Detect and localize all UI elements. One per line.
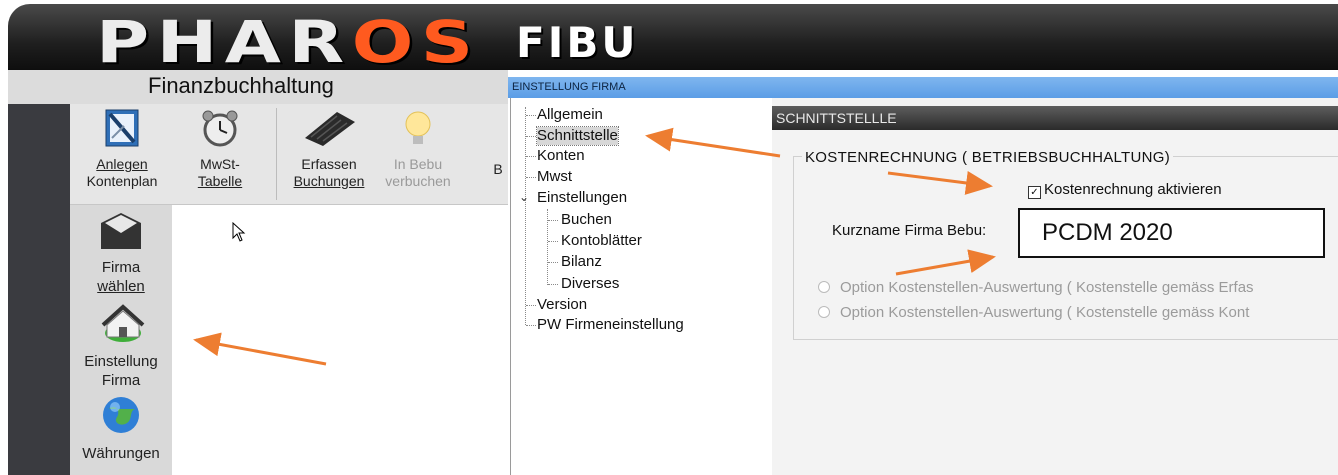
settings-tree: Allgemein Schnittstelle Konten Mwst ⌄ Ei… — [510, 98, 773, 475]
tb-line1: MwSt- — [200, 156, 240, 172]
pharos-logo: PHAROS — [96, 12, 481, 72]
toolbar-cut-item[interactable]: B — [490, 161, 506, 178]
house-settings-icon — [70, 303, 172, 350]
tree-line — [526, 156, 536, 157]
tree-item-schnittstelle[interactable]: Schnittstelle — [536, 126, 619, 146]
tree-line — [548, 284, 558, 285]
logo-text-accent: OS — [351, 8, 481, 76]
tree-item-allgemein[interactable]: Allgemein — [537, 106, 603, 124]
tree-item-einstellungen[interactable]: Einstellungen — [537, 189, 627, 207]
mouse-cursor-icon — [232, 221, 246, 247]
sidebar-line1: Firma — [101, 259, 141, 276]
main-content-area — [172, 205, 508, 475]
tree-line — [548, 241, 558, 242]
tree-item-konten[interactable]: Konten — [537, 147, 585, 165]
tb-line1: In Bebu — [393, 156, 443, 172]
left-rail — [8, 104, 70, 475]
tree-line — [526, 115, 536, 116]
keyboard-icon — [286, 108, 372, 152]
kurzname-field[interactable]: PCDM 2020 — [1018, 208, 1325, 258]
kurzname-label: Kurzname Firma Bebu: — [832, 222, 987, 239]
tb-line2: Buchungen — [293, 173, 365, 189]
tree-line — [548, 262, 558, 263]
tree-line — [526, 325, 536, 326]
app-title: Finanzbuchhaltung — [148, 73, 334, 98]
checkbox-label: Kostenrechnung aktivieren — [1044, 181, 1222, 198]
alarm-clock-icon — [178, 108, 262, 152]
main-toolbar: Anlegen Kontenplan MwSt- Tabelle Erfasse… — [70, 104, 508, 205]
app-title-bar: Finanzbuchhaltung — [8, 70, 508, 105]
left-sidebar: Firma wählen Einstellung Firma Währungen — [70, 205, 172, 475]
sidebar-line1: Währungen — [82, 445, 160, 462]
tree-line — [526, 305, 536, 306]
section-title: SCHNITTSTELLLE — [772, 106, 1338, 130]
erfassen-buchungen-button[interactable]: Erfassen Buchungen — [286, 104, 372, 190]
tree-item-pw-firmeneinstellung[interactable]: PW Firmeneinstellung — [537, 316, 684, 334]
radio-button[interactable] — [818, 281, 830, 293]
sidebar-item-einstellung-firma[interactable]: Einstellung Firma — [70, 303, 172, 390]
tree-item-buchen[interactable]: Buchen — [561, 211, 612, 229]
tree-line — [548, 220, 558, 221]
tree-item-kontoblaetter[interactable]: Kontoblätter — [561, 232, 642, 250]
tb-line1: Anlegen — [96, 156, 148, 172]
radio-label: Option Kostenstellen-Auswertung ( Kosten… — [840, 304, 1250, 321]
sidebar-line2: Firma — [101, 372, 141, 389]
tree-item-diverses[interactable]: Diverses — [561, 275, 619, 293]
fibu-logo: FIBU — [516, 18, 639, 67]
sidebar-item-firma-waehlen[interactable]: Firma wählen — [70, 211, 172, 296]
mwst-tabelle-button[interactable]: MwSt- Tabelle — [178, 104, 262, 190]
tb-line2: verbuchen — [385, 173, 451, 189]
radio-option-konto[interactable]: Option Kostenstellen-Auswertung ( Kosten… — [818, 304, 1249, 321]
tree-line — [525, 107, 526, 325]
sidebar-line1: Einstellung — [84, 353, 158, 370]
dialog-title-bar: EINSTELLUNG FIRMA — [508, 77, 1338, 98]
radio-option-erfassung[interactable]: Option Kostenstellen-Auswertung ( Kosten… — [818, 279, 1254, 296]
lightbulb-icon — [378, 108, 458, 152]
tree-line — [526, 136, 536, 137]
anlegen-kontenplan-button[interactable]: Anlegen Kontenplan — [76, 104, 168, 190]
logo-text-main: PHAR — [96, 8, 352, 76]
tb-line2: Tabelle — [197, 173, 243, 189]
tree-item-version[interactable]: Version — [537, 296, 587, 314]
tree-item-bilanz[interactable]: Bilanz — [561, 253, 602, 271]
app-header: PHAROS FIBU — [8, 4, 1338, 72]
tree-line — [526, 177, 536, 178]
globe-icon — [70, 393, 172, 442]
tb-line2: Kontenplan — [86, 173, 158, 189]
radio-label: Option Kostenstellen-Auswertung ( Kosten… — [840, 279, 1254, 296]
radio-button[interactable] — [818, 306, 830, 318]
tree-item-mwst[interactable]: Mwst — [537, 168, 572, 186]
sidebar-item-waehrungen[interactable]: Währungen — [70, 393, 172, 463]
in-bebu-verbuchen-button[interactable]: In Bebu verbuchen — [378, 104, 458, 190]
checkbox-check-icon[interactable]: ✓ — [1028, 186, 1041, 199]
expand-chevron-icon[interactable]: ⌄ — [519, 190, 529, 204]
group-title: KOSTENRECHNUNG ( BETRIEBSBUCHHALTUNG) — [802, 149, 1174, 166]
sidebar-line2: wählen — [97, 278, 145, 295]
tb-line1: Erfassen — [301, 156, 357, 172]
toolbar-separator — [276, 108, 277, 200]
ledger-icon — [76, 108, 168, 152]
kostenrechnung-checkbox[interactable]: ✓ Kostenrechnung aktivieren — [1028, 181, 1222, 199]
envelope-folder-icon — [70, 211, 172, 256]
